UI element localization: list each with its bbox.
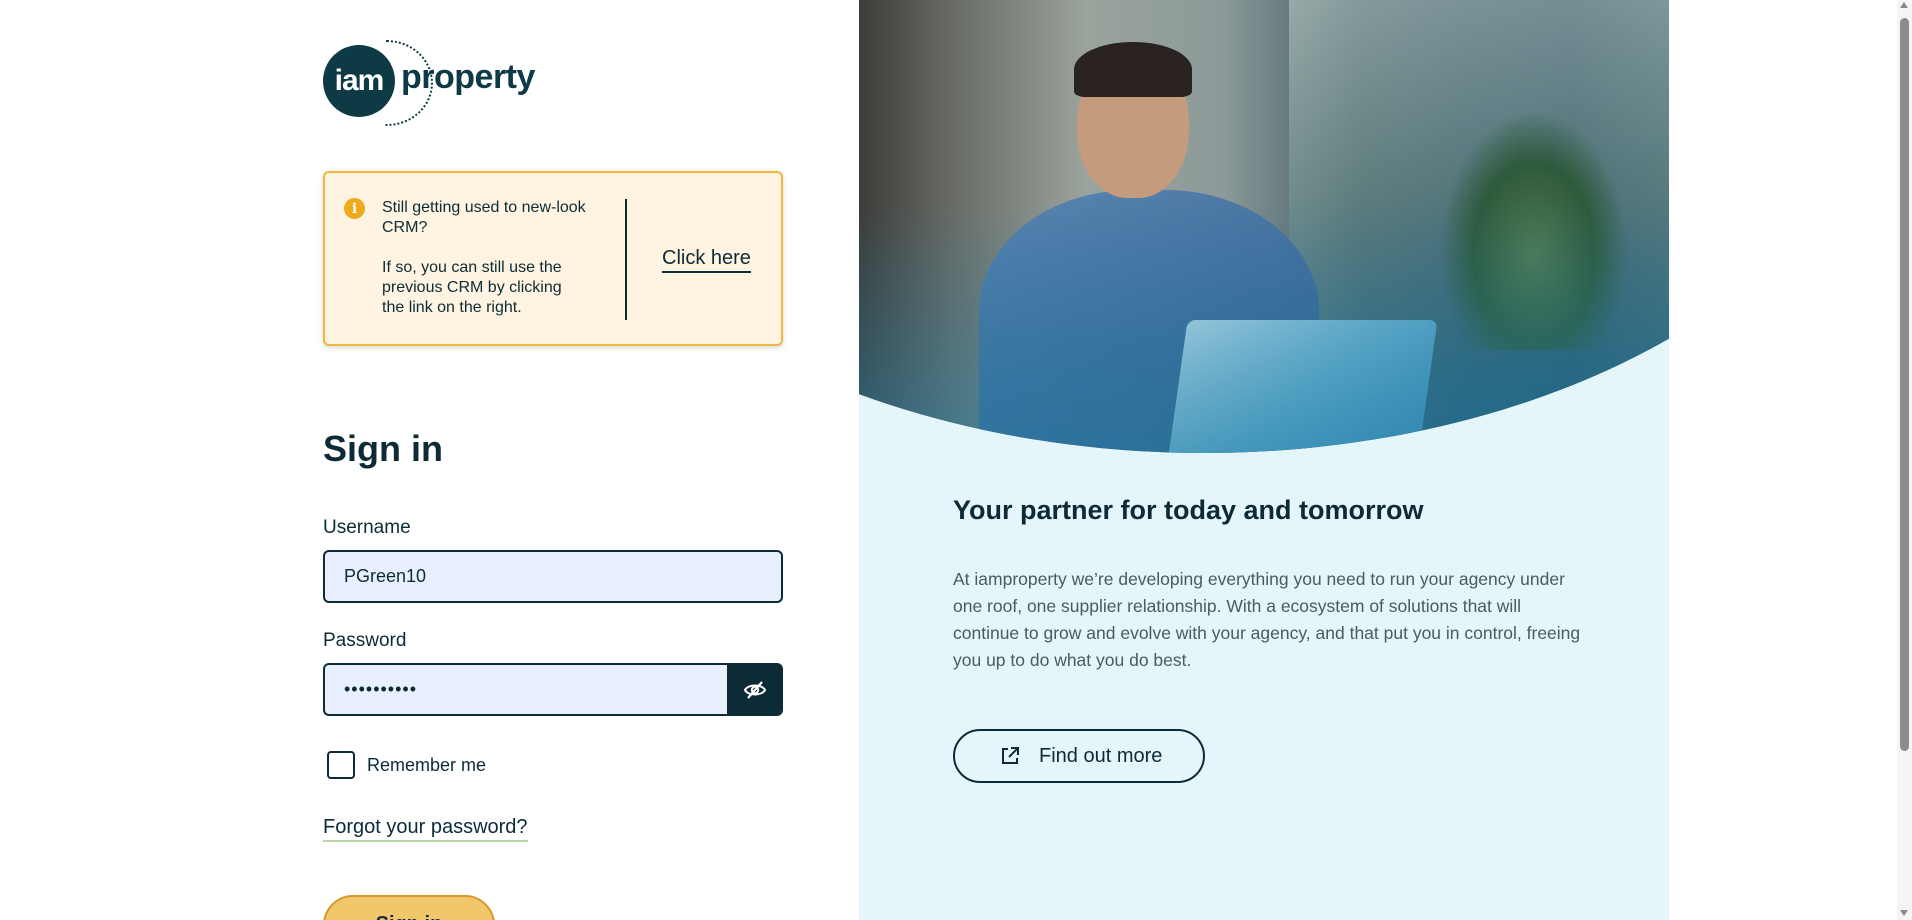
username-input[interactable]: PGreen10 bbox=[323, 550, 783, 603]
notice-divider bbox=[625, 199, 627, 320]
hero-photo bbox=[859, 0, 1669, 453]
remember-me-checkbox[interactable] bbox=[327, 751, 355, 779]
forgot-password-link[interactable]: Forgot your password? bbox=[323, 816, 528, 842]
notice-title: Still getting used to new-look CRM? bbox=[382, 199, 586, 236]
logo-wordmark: property bbox=[401, 58, 535, 96]
photo-person-hair bbox=[1074, 42, 1192, 97]
sign-in-column: iam property i Still getting used to new… bbox=[323, 0, 783, 920]
external-link-icon bbox=[1002, 747, 1019, 764]
scroll-up-arrow-icon[interactable] bbox=[1900, 2, 1908, 8]
remember-me-label: Remember me bbox=[367, 754, 487, 775]
notice-body: If so, you can still use the previous CR… bbox=[382, 259, 562, 316]
remember-me-toggle[interactable]: Remember me bbox=[327, 751, 486, 779]
info-icon: i bbox=[344, 198, 365, 219]
photo-tint-overlay bbox=[859, 200, 1669, 453]
promo-panel: Your partner for today and tomorrow At i… bbox=[859, 0, 1669, 920]
scrollbar-thumb[interactable] bbox=[1900, 18, 1909, 751]
old-crm-link[interactable]: Click here bbox=[662, 247, 751, 273]
find-out-more-label: Find out more bbox=[1039, 744, 1163, 767]
sign-in-button[interactable]: Sign in bbox=[323, 895, 495, 920]
logo-mark: iam bbox=[323, 45, 395, 117]
old-crm-notice: i Still getting used to new-look CRM? If… bbox=[323, 171, 783, 346]
iamproperty-logo: iam property bbox=[323, 40, 553, 130]
toggle-password-visibility-button[interactable] bbox=[727, 663, 783, 716]
promo-heading: Your partner for today and tomorrow bbox=[953, 495, 1424, 525]
page-scrollbar[interactable] bbox=[1897, 0, 1912, 920]
promo-body: At iamproperty we’re developing everythi… bbox=[953, 569, 1581, 670]
eye-slash-icon bbox=[743, 680, 767, 699]
username-label: Username bbox=[323, 517, 411, 538]
page-title: Sign in bbox=[323, 428, 443, 469]
scroll-down-arrow-icon[interactable] bbox=[1900, 910, 1908, 916]
password-input[interactable]: •••••••••• bbox=[323, 663, 729, 716]
find-out-more-button[interactable]: Find out more bbox=[953, 729, 1205, 783]
password-label: Password bbox=[323, 630, 407, 651]
